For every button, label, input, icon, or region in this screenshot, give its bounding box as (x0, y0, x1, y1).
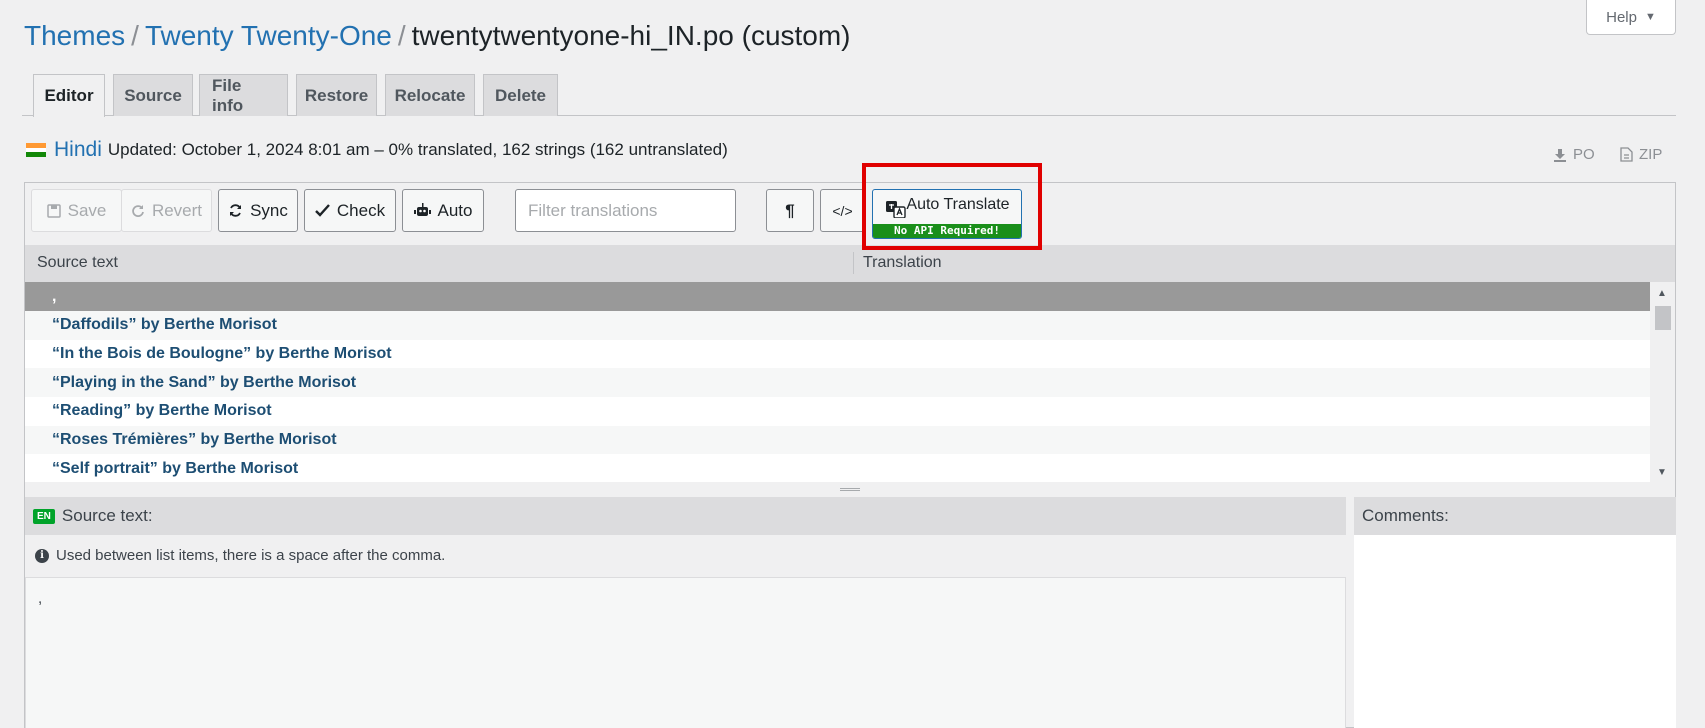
breadcrumb-themes-link[interactable]: Themes (24, 20, 125, 51)
comments-title: Comments: (1354, 497, 1676, 535)
revert-label: Revert (151, 200, 203, 220)
india-flag-icon (26, 143, 46, 158)
revert-icon (132, 204, 144, 217)
editor-panel: Save Revert Sync Check Auto Filter trans… (24, 182, 1676, 728)
save-button[interactable]: Save (31, 189, 122, 232)
toggle-code-button[interactable]: </> (820, 189, 865, 232)
table-row[interactable]: , (25, 282, 1650, 311)
source-text-header: EN Source text: (25, 497, 1346, 535)
toggle-invisibles-button[interactable]: ¶ (766, 189, 814, 232)
table-row[interactable]: “Self portrait” by Berthe Morisot (25, 454, 1650, 482)
source-text-pane: EN Source text: i Used between list item… (25, 497, 1346, 728)
table-row[interactable]: “Daffodils” by Berthe Morisot (25, 311, 1650, 340)
table-row[interactable]: “Reading” by Berthe Morisot (25, 397, 1650, 426)
file-icon (1620, 147, 1633, 162)
scroll-up-icon[interactable]: ▲ (1657, 288, 1667, 299)
check-button[interactable]: Check (304, 189, 396, 232)
checkmark-icon (315, 204, 330, 217)
info-icon: i (35, 548, 49, 563)
tab-restore[interactable]: Restore (296, 74, 377, 116)
pilcrow-icon: ¶ (785, 200, 795, 220)
auto-button[interactable]: Auto (402, 189, 484, 232)
tab-delete[interactable]: Delete (483, 74, 558, 116)
save-label: Save (67, 200, 107, 220)
editor-toolbar: Save Revert Sync Check Auto Filter trans… (25, 183, 1675, 245)
scroll-down-icon[interactable]: ▼ (1657, 467, 1667, 478)
robot-icon (413, 203, 431, 216)
breadcrumb-separator: / (131, 20, 139, 51)
sync-button[interactable]: Sync (218, 189, 298, 232)
language-name-link[interactable]: Hindi (54, 138, 102, 162)
annotation-highlight-box (862, 163, 1042, 250)
breadcrumb-theme-link[interactable]: Twenty Twenty-One (145, 20, 392, 51)
sync-icon (230, 204, 242, 217)
download-zip-label: ZIP (1639, 146, 1663, 163)
chevron-down-icon: ▼ (1644, 11, 1656, 23)
source-note-text: Used between list items, there is a spac… (56, 547, 446, 564)
page-title: twentytwentyone-hi_IN.po (custom) (411, 20, 851, 51)
table-row[interactable]: “Playing in the Sand” by Berthe Morisot (25, 368, 1650, 398)
download-po-link[interactable]: PO (1553, 146, 1595, 163)
list-scrollbar[interactable]: ▲ ▼ (1652, 282, 1674, 482)
source-context-note: i Used between list items, there is a sp… (35, 547, 445, 564)
download-icon (1554, 148, 1566, 162)
code-icon: </> (832, 202, 853, 219)
filter-translations-input[interactable]: Filter translations (515, 189, 736, 232)
translation-column-header[interactable]: Translation (863, 254, 942, 272)
download-zip-link[interactable]: ZIP (1620, 146, 1662, 163)
breadcrumb-separator: / (397, 20, 406, 51)
sync-label: Sync (250, 200, 288, 220)
table-row[interactable]: “Roses Trémières” by Berthe Morisot (25, 425, 1650, 455)
revert-button[interactable]: Revert (121, 189, 212, 232)
check-label: Check (336, 200, 386, 220)
scrollbar-thumb[interactable] (1655, 306, 1671, 330)
help-button[interactable]: Help ▼ (1586, 0, 1676, 35)
language-status-text: Updated: October 1, 2024 8:01 am – 0% tr… (107, 140, 728, 159)
tab-editor[interactable]: Editor (33, 74, 105, 117)
save-icon (46, 203, 61, 218)
pane-resize-handle[interactable] (840, 488, 860, 491)
tab-relocate[interactable]: Relocate (385, 74, 475, 116)
grid-header: Source text Translation (25, 245, 1675, 282)
source-text-title: Source text: (61, 506, 153, 525)
tab-file-info[interactable]: File info (199, 74, 288, 116)
help-label: Help (1606, 8, 1637, 26)
translation-list: , “Daffodils” by Berthe Morisot “In the … (25, 282, 1650, 482)
tab-source[interactable]: Source (113, 74, 193, 116)
auto-label: Auto (437, 200, 473, 220)
breadcrumb: Themes / Twenty Twenty-One / twentytwentyone… (24, 20, 851, 52)
comments-pane: Comments: (1354, 497, 1676, 728)
tab-bar: Editor Source File info Restore Relocate… (22, 74, 1676, 117)
english-language-badge: EN (33, 508, 55, 524)
table-row[interactable]: “In the Bois de Boulogne” by Berthe Mori… (25, 340, 1650, 369)
source-text-box: , (25, 577, 1346, 728)
download-po-label: PO (1573, 146, 1595, 163)
column-divider[interactable] (853, 252, 854, 274)
language-status-bar: Hindi Updated: October 1, 2024 8:01 am –… (26, 138, 728, 162)
source-text-column-header[interactable]: Source text (37, 254, 118, 272)
